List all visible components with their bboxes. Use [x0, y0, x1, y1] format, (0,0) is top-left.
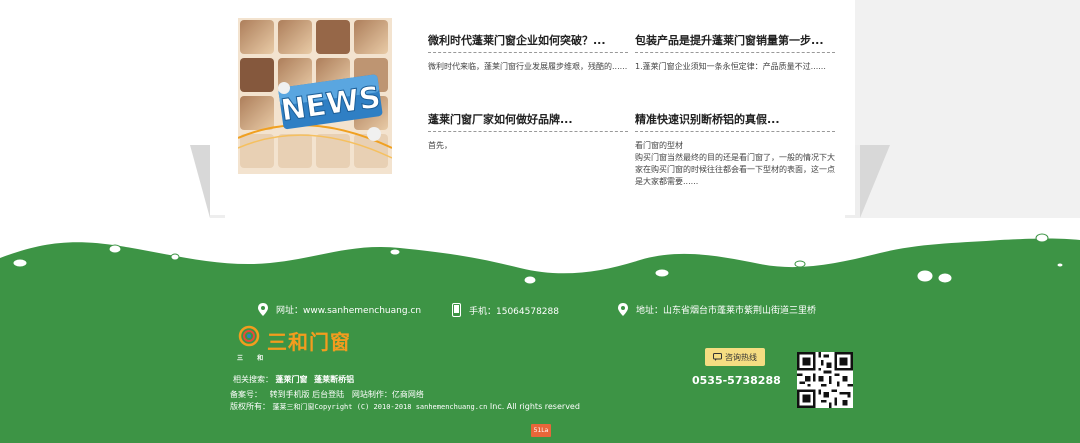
- chat-bubble-icon: [713, 353, 722, 361]
- mobile-contact: 手机：15064578288: [452, 303, 559, 317]
- news-item[interactable]: 蓬莱门窗厂家如何做好品牌... 首先，: [428, 111, 628, 152]
- record-line: 备案号： 转到手机版 后台登陆 网站制作：亿商网络: [230, 389, 424, 400]
- news-summary: 微利时代来临，蓬莱门窗行业发展履步维艰，残酷的......: [428, 62, 628, 71]
- website-text[interactable]: 网址：www.sanhemenchuang.cn: [276, 303, 421, 316]
- record-label: 备案号：: [230, 390, 262, 399]
- hotline-button[interactable]: 咨询热线: [705, 348, 765, 366]
- news-summary: 看门窗的型材 购买门窗当然最终的目的还是看门窗了，一般的情况下大 家在购买门窗的…: [635, 140, 835, 188]
- copyright-label: 版权所有：: [230, 402, 270, 411]
- qr-code: [797, 352, 853, 408]
- related-label: 相关搜索：: [233, 375, 273, 384]
- related-link[interactable]: 蓬莱门窗: [276, 375, 308, 384]
- hotline-label: 咨询热线: [725, 352, 757, 362]
- mobile-text: 手机：15064578288: [469, 306, 559, 317]
- location-pin-icon: [258, 303, 268, 316]
- logo-emblem-icon: [238, 325, 260, 347]
- mobile-phone-icon: [452, 303, 461, 317]
- address-text: 地址：山东省烟台市蓬莱市紫荆山街道三里桥: [636, 306, 817, 316]
- logo-mark: 三 和: [237, 355, 270, 362]
- summary-line: 购买门窗当然最终的目的还是看门窗了，一般的情况下大: [635, 153, 835, 162]
- made-by[interactable]: 网站制作：亿商网络: [352, 390, 424, 399]
- related-link[interactable]: 蓬莱断桥铝: [314, 375, 354, 384]
- news-summary: 首先，: [428, 141, 452, 150]
- address-contact: 地址：山东省烟台市蓬莱市紫荆山街道三里桥: [618, 303, 816, 316]
- location-pin-icon: [618, 303, 628, 316]
- hotline-phone: 0535-5738288: [692, 374, 781, 387]
- footer-logo[interactable]: 三和门窗: [235, 325, 351, 355]
- news-summary: 1.蓬莱门窗企业须知一条永恒定律：产品质量不过......: [635, 62, 826, 71]
- rights-text: Inc. All rights reserved: [489, 402, 580, 411]
- summary-line: 是大家都需要......: [635, 177, 699, 186]
- news-image[interactable]: NEWS: [238, 18, 392, 174]
- news-item[interactable]: 包装产品是提升蓬莱门窗销量第一步... 1.蓬莱门窗企业须知一条永恒定律：产品质…: [635, 32, 835, 73]
- news-item[interactable]: 精准快速识别断桥铝的真假... 看门窗的型材 购买门窗当然最终的目的还是看门窗了…: [635, 111, 835, 188]
- summary-line: 家在购买门窗的时候往往都会看一下型材的表面，这一点: [635, 165, 835, 174]
- summary-line: 看门窗的型材: [635, 141, 683, 150]
- stats-badge[interactable]: 51La: [531, 424, 551, 437]
- copyright-line: 版权所有： 蓬莱三和门窗Copyright (C) 2010-2018 sanh…: [230, 401, 580, 412]
- news-title[interactable]: 包装产品是提升蓬莱门窗销量第一步...: [635, 32, 835, 53]
- related-search: 相关搜索： 蓬莱门窗 蓬莱断桥铝: [233, 374, 354, 385]
- news-title[interactable]: 蓬莱门窗厂家如何做好品牌...: [428, 111, 628, 132]
- record-links[interactable]: 转到手机版 后台登陆: [270, 390, 345, 399]
- page: NEWS 微利时代蓬莱门窗企业如何突破？... 微利时代来临，蓬莱门窗行业发展履…: [0, 0, 1080, 443]
- logo-text: 三和门窗: [267, 329, 351, 354]
- website-contact: 网址：www.sanhemenchuang.cn: [258, 303, 421, 316]
- news-title[interactable]: 微利时代蓬莱门窗企业如何突破？...: [428, 32, 628, 53]
- copyright-text: 蓬莱三和门窗Copyright (C) 2010-2018 sanhemench…: [272, 403, 488, 411]
- news-title[interactable]: 精准快速识别断桥铝的真假...: [635, 111, 835, 132]
- news-item[interactable]: 微利时代蓬莱门窗企业如何突破？... 微利时代来临，蓬莱门窗行业发展履步维艰，残…: [428, 32, 628, 73]
